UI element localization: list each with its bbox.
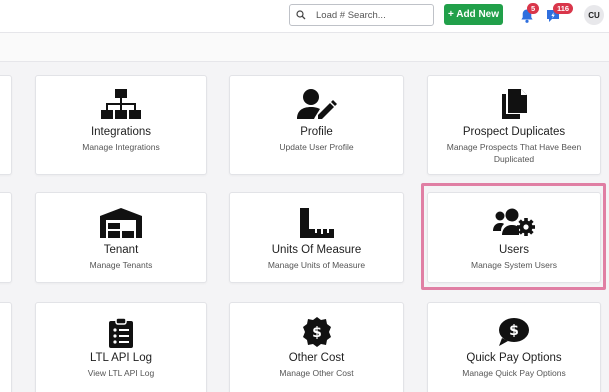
svg-text:$: $ (509, 323, 519, 339)
card-description: Update User Profile (279, 142, 354, 152)
svg-text:$: $ (312, 325, 322, 341)
card-title: Users (498, 244, 530, 256)
dollar-comment-icon: $ (428, 316, 600, 348)
card-description: Manage Tenants (89, 260, 153, 270)
card-other-cost[interactable]: $ Other Cost Manage Other Cost (229, 302, 404, 392)
sitemap-icon (36, 88, 206, 120)
partial-card[interactable] (0, 192, 12, 283)
user-edit-icon (230, 88, 403, 120)
load-search[interactable] (289, 4, 434, 26)
add-new-button[interactable]: + Add New (444, 4, 503, 25)
messages-badge: 116 (553, 3, 574, 14)
card-title: Units Of Measure (271, 244, 362, 256)
card-description: Manage Other Cost (279, 368, 354, 378)
ruler-icon (230, 207, 403, 239)
card-title: Quick Pay Options (466, 352, 562, 364)
card-tenant[interactable]: Tenant Manage Tenants (35, 192, 207, 283)
partial-card[interactable] (0, 302, 12, 392)
warehouse-icon (36, 207, 206, 239)
card-title: Profile (300, 126, 333, 138)
card-description: Manage Integrations (82, 142, 160, 152)
card-description: Manage Quick Pay Options (462, 368, 566, 378)
card-users[interactable]: Users Manage System Users (427, 192, 601, 283)
card-profile[interactable]: Profile Update User Profile (229, 75, 404, 175)
search-icon (290, 5, 312, 25)
dollar-badge-icon: $ (230, 316, 403, 348)
card-description: Manage System Users (471, 260, 557, 270)
card-units-of-measure[interactable]: Units Of Measure Manage Units of Measure (229, 192, 404, 283)
card-description: View LTL API Log (87, 368, 155, 378)
messages-button[interactable]: 116 (545, 3, 574, 26)
card-description: Manage Units of Measure (267, 260, 366, 270)
card-title: Tenant (103, 244, 139, 256)
card-ltl-api-log[interactable]: LTL API Log View LTL API Log (35, 302, 207, 392)
card-title: LTL API Log (89, 352, 152, 364)
notifications-button[interactable]: 5 (519, 3, 540, 26)
users-cog-icon (428, 207, 600, 239)
card-integrations[interactable]: Integrations Manage Integrations (35, 75, 207, 175)
card-title: Prospect Duplicates (462, 126, 566, 138)
search-input[interactable] (312, 9, 422, 21)
card-prospect-duplicates[interactable]: Prospect Duplicates Manage Prospects Tha… (427, 75, 601, 175)
notifications-badge: 5 (527, 3, 540, 14)
copy-icon (428, 88, 600, 120)
partial-card[interactable] (0, 75, 12, 175)
card-title: Integrations (90, 126, 152, 138)
card-title: Other Cost (288, 352, 345, 364)
card-quick-pay-options[interactable]: $ Quick Pay Options Manage Quick Pay Opt… (427, 302, 601, 392)
card-description: Manage Prospects That Have Been Duplicat… (446, 142, 582, 164)
clipboard-list-icon (36, 317, 206, 349)
top-bar: + Add New 5 116 CU (0, 0, 609, 32)
avatar[interactable]: CU (584, 5, 604, 25)
sub-header-bar (0, 32, 609, 62)
